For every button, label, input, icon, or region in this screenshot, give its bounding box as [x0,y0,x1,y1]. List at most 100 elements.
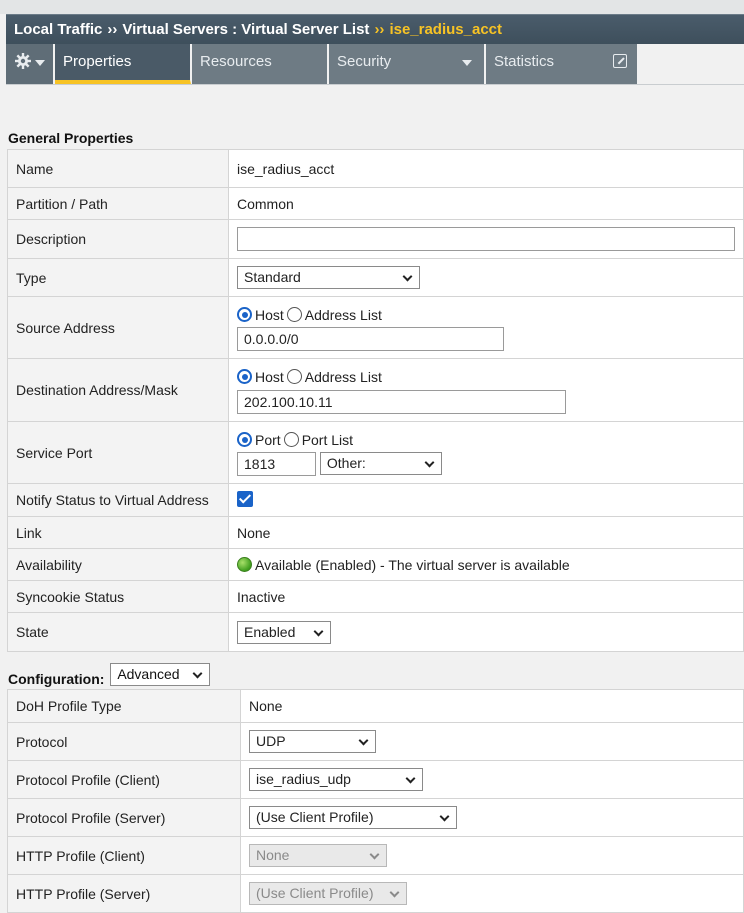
row-type: Type Standard [7,258,744,297]
configuration-mode-value: Advanced [117,666,180,682]
protocol-select[interactable]: UDP [249,730,376,753]
state-label: State [7,612,229,652]
breadcrumb-local-traffic[interactable]: Local Traffic [14,21,102,38]
row-protocol-profile-server: Protocol Profile (Server) (Use Client Pr… [7,798,744,837]
general-properties-table: Name ise_radius_acct Partition / Path Co… [7,149,744,652]
gear-icon [14,52,32,70]
protocol-profile-client-label: Protocol Profile (Client) [7,760,241,799]
notify-label: Notify Status to Virtual Address [7,483,229,517]
syncookie-value: Inactive [228,580,744,613]
description-label: Description [7,219,229,259]
destination-address-list-label: Address List [304,368,382,385]
source-host-radio[interactable] [237,307,252,322]
http-profile-client-select: None [249,844,387,867]
tab-resources[interactable]: Resources [192,44,328,84]
source-address-input[interactable]: 0.0.0.0/0 [237,326,504,351]
http-profile-client-label: HTTP Profile (Client) [7,836,241,875]
port-radio[interactable] [237,432,252,447]
tab-bar: Properties Resources Security Statistics [6,44,744,84]
row-state: State Enabled [7,612,744,652]
source-address-list-radio[interactable] [286,307,302,322]
protocol-profile-server-value: (Use Client Profile) [256,809,374,825]
source-host-label: Host [255,306,284,323]
link-value: None [228,516,744,549]
doh-value: None [240,689,744,723]
service-port-select-value: Other: [326,455,366,471]
row-name: Name ise_radius_acct [7,149,744,188]
chevron-down-icon [389,887,400,898]
configuration-mode-select[interactable]: Advanced [110,663,211,686]
service-port-label: Service Port [7,421,229,484]
destination-address-input[interactable]: 202.100.10.11 [237,389,566,414]
chevron-down-icon [439,811,450,822]
chevron-down-icon [405,773,416,784]
destination-label: Destination Address/Mask [7,358,229,422]
destination-host-label: Host [255,368,284,385]
status-available-icon [237,556,252,572]
availability-value: Available (Enabled) - The virtual server… [255,556,570,573]
breadcrumb-separator: ›› [107,21,118,38]
row-http-profile-client: HTTP Profile (Client) None [7,836,744,875]
state-select-value: Enabled [244,623,296,640]
name-label: Name [7,149,229,188]
divider [6,84,744,85]
breadcrumb-separator: ›› [374,21,385,38]
chevron-down-icon [35,60,45,66]
row-service-port: Service Port Port Port List 1813 Other: [7,421,744,484]
row-availability: Availability Available (Enabled) - The v… [7,548,744,581]
name-value: ise_radius_acct [228,149,744,188]
partition-value: Common [228,187,744,220]
chevron-down-icon [358,735,369,746]
chevron-down-icon [424,457,435,468]
source-address-list-label: Address List [304,306,382,323]
http-profile-server-label: HTTP Profile (Server) [7,874,241,913]
top-strip [0,0,744,14]
tab-security[interactable]: Security [329,44,485,84]
partition-label: Partition / Path [7,187,229,220]
breadcrumb: Local Traffic ›› Virtual Servers : Virtu… [6,14,744,44]
tab-properties[interactable]: Properties [55,44,191,84]
port-radio-label: Port [255,431,281,448]
notify-checkbox[interactable] [237,490,253,507]
port-list-radio[interactable] [283,432,299,447]
breadcrumb-current: ise_radius_acct [389,21,503,38]
tab-gear-menu[interactable] [6,44,54,84]
tab-statistics[interactable]: Statistics [486,44,638,84]
link-label: Link [7,516,229,549]
http-profile-client-value: None [256,847,290,863]
chevron-down-icon [402,271,413,282]
external-link-icon [613,54,627,68]
row-link: Link None [7,516,744,549]
row-http-profile-server: HTTP Profile (Server) (Use Client Profil… [7,874,744,913]
destination-host-radio[interactable] [237,369,252,384]
doh-label: DoH Profile Type [7,689,241,723]
port-list-radio-label: Port List [301,431,354,448]
tab-security-label: Security [337,53,392,70]
state-select[interactable]: Enabled [237,620,331,644]
destination-address-list-radio[interactable] [286,369,302,384]
type-select-value: Standard [244,269,301,285]
chevron-down-icon [192,668,203,679]
section-general-properties: General Properties [8,130,134,146]
http-profile-server-value: (Use Client Profile) [256,885,374,901]
protocol-select-value: UDP [256,733,286,749]
protocol-profile-client-select[interactable]: ise_radius_udp [249,768,423,791]
tab-statistics-label: Statistics [494,53,555,70]
chevron-down-icon [462,60,472,66]
row-destination: Destination Address/Mask Host Address Li… [7,358,744,422]
http-profile-server-select: (Use Client Profile) [249,882,407,905]
breadcrumb-virtual-server-list[interactable]: Virtual Servers : Virtual Server List [122,21,369,38]
protocol-profile-server-select[interactable]: (Use Client Profile) [249,806,457,829]
row-notify: Notify Status to Virtual Address [7,483,744,517]
row-source-address: Source Address Host Address List 0.0.0.0… [7,296,744,359]
row-description: Description [7,219,744,259]
protocol-label: Protocol [7,722,241,761]
type-label: Type [7,258,229,297]
configuration-table: DoH Profile Type None Protocol UDP Proto… [7,689,744,913]
source-address-label: Source Address [7,296,229,359]
type-select[interactable]: Standard [237,266,420,289]
service-port-select[interactable]: Other: [319,452,442,475]
description-input[interactable] [237,227,735,251]
syncookie-label: Syncookie Status [7,580,229,613]
service-port-input[interactable]: 1813 [237,451,316,476]
